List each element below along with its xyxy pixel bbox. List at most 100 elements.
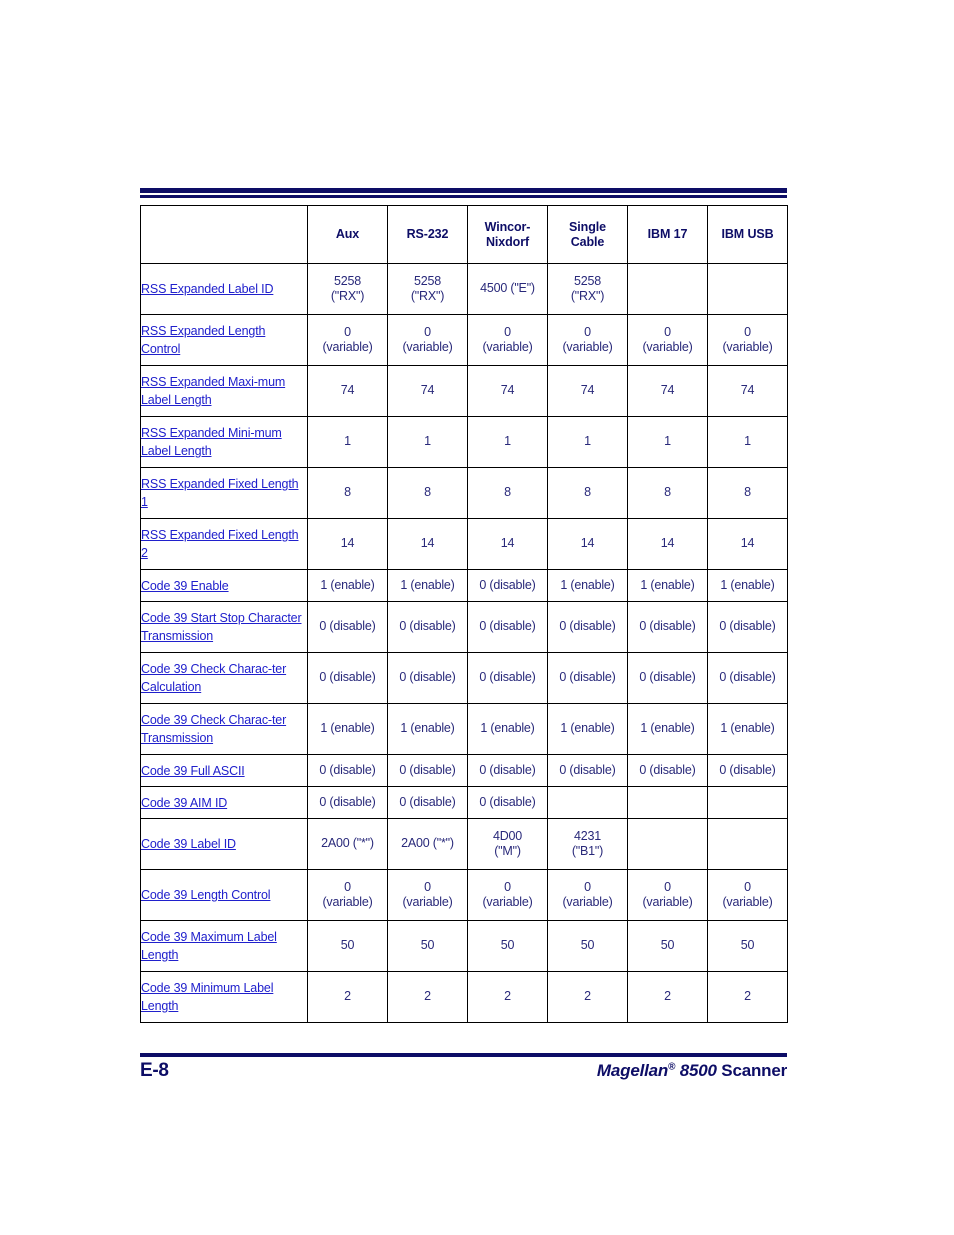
value-line1: 0 bbox=[664, 324, 671, 339]
value-cell: 1 (enable) bbox=[387, 703, 468, 755]
value-cell: 14 bbox=[547, 518, 628, 570]
value-line1: 0 bbox=[344, 879, 351, 894]
column-header-line1: RS-232 bbox=[406, 227, 449, 242]
parameter-link[interactable]: Code 39 Label ID bbox=[141, 837, 236, 851]
document-title: Magellan® 8500 Scanner bbox=[597, 1061, 787, 1081]
value-line1: 0 bbox=[584, 879, 591, 894]
value-cell bbox=[707, 818, 788, 870]
value-cell: 0 (variable) bbox=[707, 314, 788, 366]
value-cell: 0 (disable) bbox=[387, 652, 468, 704]
parameter-link[interactable]: RSS Expanded Label ID bbox=[141, 282, 274, 296]
value-line1: 1 bbox=[584, 434, 591, 449]
table-header-corner bbox=[140, 205, 308, 264]
value-line1: 1 bbox=[504, 434, 511, 449]
value-line1: 2 bbox=[744, 989, 751, 1004]
value-line2: (variable) bbox=[642, 895, 693, 909]
parameter-link[interactable]: RSS Expanded Length Control bbox=[141, 324, 265, 356]
value-cell: 0 (disable) bbox=[467, 754, 548, 787]
column-header-line2: Cable bbox=[570, 234, 605, 249]
column-header-line2: Nixdorf bbox=[485, 234, 530, 249]
value-cell: 1 (enable) bbox=[707, 703, 788, 755]
value-line2: (variable) bbox=[402, 340, 453, 354]
value-line1: 0 bbox=[664, 879, 671, 894]
value-cell: 50 bbox=[627, 920, 708, 972]
parameter-link[interactable]: Code 39 Enable bbox=[141, 579, 229, 593]
value-line2: ("RX") bbox=[410, 289, 445, 303]
value-line1: 0 bbox=[744, 879, 751, 894]
value-line1: 0 (disable) bbox=[479, 619, 536, 634]
parameter-link[interactable]: Code 39 Full ASCII bbox=[141, 764, 245, 778]
value-line2: (variable) bbox=[562, 340, 613, 354]
value-cell bbox=[627, 786, 708, 819]
value-line1: 2 bbox=[344, 989, 351, 1004]
column-header-singlecable: Single Cable bbox=[547, 205, 628, 264]
table-row: Code 39 Check Charac-ter Transmission 1 (… bbox=[140, 703, 788, 755]
value-cell: 14 bbox=[467, 518, 548, 570]
value-line1: 0 (disable) bbox=[559, 670, 616, 685]
value-line1: 2 bbox=[664, 989, 671, 1004]
value-line1: 50 bbox=[660, 938, 675, 953]
value-line1: 14 bbox=[420, 536, 435, 551]
parameter-label-cell: Code 39 Enable bbox=[140, 569, 308, 602]
parameter-label-cell: Code 39 AIM ID bbox=[140, 786, 308, 819]
value-line2: ("RX") bbox=[570, 289, 605, 303]
parameter-label-cell: RSS Expanded Fixed Length 2 bbox=[140, 518, 308, 570]
parameter-link[interactable]: Code 39 Minimum Label Length bbox=[141, 981, 273, 1013]
value-cell: 0 (disable) bbox=[307, 601, 388, 653]
value-cell bbox=[627, 263, 708, 315]
table-row: Code 39 Start Stop Character Transmissio… bbox=[140, 601, 788, 653]
value-line1: 8 bbox=[664, 485, 671, 500]
value-line1: 0 (disable) bbox=[559, 762, 616, 777]
value-cell: 0 (disable) bbox=[547, 601, 628, 653]
parameter-label-cell: RSS Expanded Maxi-mum Label Length bbox=[140, 365, 308, 417]
value-cell: 50 bbox=[707, 920, 788, 972]
value-cell bbox=[547, 786, 628, 819]
value-line1: 50 bbox=[500, 938, 515, 953]
parameter-link[interactable]: Code 39 Start Stop Character Transmissio… bbox=[141, 611, 302, 643]
parameter-link[interactable]: RSS Expanded Fixed Length 1 bbox=[141, 477, 299, 509]
parameter-link[interactable]: RSS Expanded Maxi-mum Label Length bbox=[141, 375, 285, 407]
parameter-link[interactable]: Code 39 Length Control bbox=[141, 888, 271, 902]
value-line1: 8 bbox=[744, 485, 751, 500]
value-line1: 1 (enable) bbox=[720, 721, 775, 736]
parameter-link[interactable]: Code 39 Check Charac-ter Transmission bbox=[141, 713, 286, 745]
table-header-row: Aux RS-232 Wincor- Nixdorf Single Cable IBM 17… bbox=[140, 205, 788, 264]
header-rule-thin bbox=[140, 195, 787, 198]
value-cell: 0 (disable) bbox=[467, 601, 548, 653]
value-line1: 0 (disable) bbox=[639, 619, 696, 634]
column-header-line1: IBM 17 bbox=[647, 227, 688, 242]
table-body: RSS Expanded Label ID 5258 ("RX") 5258 ("RX"… bbox=[140, 263, 788, 1023]
value-cell: 4500 ("E") bbox=[467, 263, 548, 315]
value-line1: 0 (disable) bbox=[399, 619, 456, 634]
parameter-link[interactable]: Code 39 AIM ID bbox=[141, 796, 227, 810]
parameter-link[interactable]: RSS Expanded Fixed Length 2 bbox=[141, 528, 299, 560]
value-line2: ("B1") bbox=[571, 844, 604, 858]
value-line1: 14 bbox=[580, 536, 595, 551]
column-header-line1: Single bbox=[569, 220, 606, 234]
value-line1: 1 (enable) bbox=[400, 721, 455, 736]
value-cell: 0 (variable) bbox=[467, 869, 548, 921]
value-cell: 2 bbox=[467, 971, 548, 1023]
table-header: Aux RS-232 Wincor- Nixdorf Single Cable IBM 17… bbox=[140, 205, 788, 264]
table-row: Code 39 Enable 1 (enable) 1 (enable) 0 (dis… bbox=[140, 569, 788, 602]
value-cell: 14 bbox=[387, 518, 468, 570]
parameter-link[interactable]: Code 39 Check Charac-ter Calculation bbox=[141, 662, 286, 694]
value-line2: (variable) bbox=[722, 895, 773, 909]
column-header-line1: IBM USB bbox=[721, 227, 774, 242]
value-cell: 1 (enable) bbox=[707, 569, 788, 602]
value-cell: 1 bbox=[387, 416, 468, 468]
table-row: Code 39 AIM ID 0 (disable) 0 (disable) 0 (d… bbox=[140, 786, 788, 819]
value-cell: 0 (disable) bbox=[547, 652, 628, 704]
value-cell: 1 (enable) bbox=[627, 569, 708, 602]
value-line1: 0 (disable) bbox=[639, 762, 696, 777]
parameter-link[interactable]: Code 39 Maximum Label Length bbox=[141, 930, 277, 962]
value-line1: 0 (disable) bbox=[639, 670, 696, 685]
value-cell: 0 (variable) bbox=[307, 314, 388, 366]
value-cell: 2 bbox=[387, 971, 468, 1023]
column-header-ibm-usb: IBM USB bbox=[707, 205, 788, 264]
value-cell: 74 bbox=[547, 365, 628, 417]
parameter-label-cell: Code 39 Maximum Label Length bbox=[140, 920, 308, 972]
value-line1: 1 (enable) bbox=[640, 721, 695, 736]
parameter-link[interactable]: RSS Expanded Mini-mum Label Length bbox=[141, 426, 282, 458]
parameter-label-cell: Code 39 Label ID bbox=[140, 818, 308, 870]
